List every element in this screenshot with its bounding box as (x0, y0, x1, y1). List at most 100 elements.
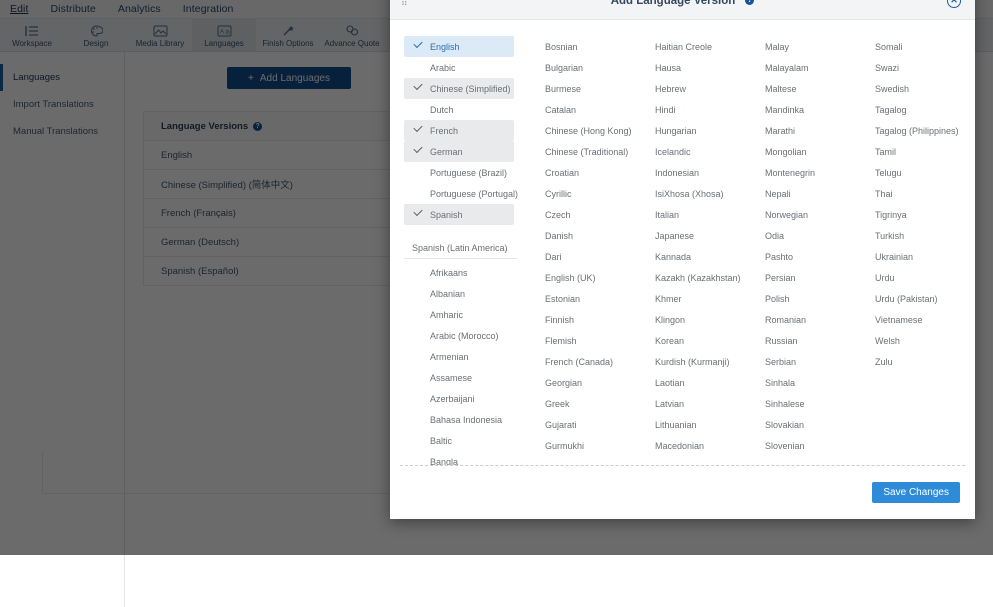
language-option[interactable]: Bosnian (521, 36, 631, 57)
language-option[interactable]: Indonesian (631, 162, 741, 183)
language-option[interactable]: Bahasa Indonesia (404, 409, 521, 430)
language-option[interactable]: Finnish (521, 309, 631, 330)
language-option[interactable]: Odia (741, 225, 851, 246)
language-option[interactable]: Zulu (851, 351, 961, 372)
language-option[interactable]: Flemish (521, 330, 631, 351)
language-option[interactable]: Kazakh (Kazakhstan) (631, 267, 741, 288)
language-option[interactable]: Albanian (404, 283, 521, 304)
language-option[interactable]: Turkish (851, 225, 961, 246)
language-option[interactable]: Czech (521, 204, 631, 225)
language-option[interactable]: Khmer (631, 288, 741, 309)
language-option[interactable]: Catalan (521, 99, 631, 120)
language-option[interactable]: Urdu (Pakistan) (851, 288, 961, 309)
language-option[interactable]: Malay (741, 36, 851, 57)
drag-grip-icon[interactable]: ⣿ (401, 0, 409, 5)
language-option[interactable]: Dutch (404, 99, 521, 120)
language-option[interactable]: Telugu (851, 162, 961, 183)
language-option[interactable]: Spanish (Latin America) (404, 238, 517, 259)
language-option[interactable]: Assamese (404, 367, 521, 388)
language-option[interactable]: Portuguese (Portugal) (404, 183, 521, 204)
language-option[interactable]: French (404, 120, 514, 141)
language-option[interactable]: Dari (521, 246, 631, 267)
language-option[interactable]: Armenian (404, 346, 521, 367)
language-option[interactable]: Hausa (631, 57, 741, 78)
language-option[interactable]: Mandinka (741, 99, 851, 120)
language-option[interactable]: Kurdish (Kurmanji) (631, 351, 741, 372)
language-option[interactable]: Hebrew (631, 78, 741, 99)
language-option[interactable]: Malayalam (741, 57, 851, 78)
language-option[interactable]: Estonian (521, 288, 631, 309)
language-option[interactable]: German (404, 141, 514, 162)
language-option[interactable]: Georgian (521, 372, 631, 393)
language-option[interactable]: Burmese (521, 78, 631, 99)
language-option[interactable]: Marathi (741, 120, 851, 141)
language-option[interactable]: Haitian Creole (631, 36, 741, 57)
language-option[interactable]: Greek (521, 393, 631, 414)
language-option[interactable]: Montenegrin (741, 162, 851, 183)
language-option[interactable]: Lithuanian (631, 414, 741, 435)
close-icon[interactable]: ✕ (947, 0, 961, 8)
language-option[interactable]: Klingon (631, 309, 741, 330)
language-option[interactable]: Maltese (741, 78, 851, 99)
language-option[interactable]: Hindi (631, 99, 741, 120)
language-option[interactable]: Polish (741, 288, 851, 309)
language-option[interactable]: Azerbaijani (404, 388, 521, 409)
language-option[interactable]: Norwegian (741, 204, 851, 225)
language-option[interactable]: Gurmukhi (521, 435, 631, 456)
language-option[interactable]: Japanese (631, 225, 741, 246)
language-option[interactable]: Bulgarian (521, 57, 631, 78)
language-option[interactable]: Tagalog (Philippines) (851, 120, 961, 141)
language-option[interactable]: Vietnamese (851, 309, 961, 330)
language-option[interactable]: Arabic (404, 57, 521, 78)
language-option[interactable]: Bangla (404, 451, 521, 465)
save-changes-button[interactable]: Save Changes (872, 482, 960, 503)
language-option[interactable]: French (Canada) (521, 351, 631, 372)
language-option[interactable]: Nepali (741, 183, 851, 204)
help-icon[interactable]: ? (745, 0, 754, 5)
language-option[interactable]: Cyrillic (521, 183, 631, 204)
language-option[interactable]: Mongolian (741, 141, 851, 162)
language-option[interactable]: Thai (851, 183, 961, 204)
language-option[interactable]: Serbian (741, 351, 851, 372)
language-option[interactable]: Sinhalese (741, 393, 851, 414)
language-option[interactable]: Russian (741, 330, 851, 351)
language-option[interactable]: Afrikaans (404, 262, 521, 283)
language-option[interactable]: Italian (631, 204, 741, 225)
language-option[interactable]: Hungarian (631, 120, 741, 141)
language-option[interactable]: Chinese (Traditional) (521, 141, 631, 162)
language-option[interactable]: Latvian (631, 393, 741, 414)
language-option[interactable]: Slovenian (741, 435, 851, 456)
language-option[interactable]: Romanian (741, 309, 851, 330)
language-option[interactable]: Kannada (631, 246, 741, 267)
language-option[interactable]: Pashto (741, 246, 851, 267)
language-option[interactable]: English (UK) (521, 267, 631, 288)
language-option[interactable]: Gujarati (521, 414, 631, 435)
language-option[interactable]: Spanish (404, 204, 514, 225)
language-option[interactable]: Chinese (Hong Kong) (521, 120, 631, 141)
language-option[interactable]: Macedonian (631, 435, 741, 456)
language-option[interactable]: Somali (851, 36, 961, 57)
language-option[interactable]: Tagalog (851, 99, 961, 120)
language-option[interactable]: Tigrinya (851, 204, 961, 225)
language-option[interactable]: Amharic (404, 304, 521, 325)
language-option[interactable]: English (404, 36, 514, 57)
language-option[interactable]: Korean (631, 330, 741, 351)
language-option[interactable]: Laotian (631, 372, 741, 393)
language-option[interactable]: Ukrainian (851, 246, 961, 267)
language-option[interactable]: Portuguese (Brazil) (404, 162, 521, 183)
language-option[interactable]: Baltic (404, 430, 521, 451)
language-option[interactable]: Arabic (Morocco) (404, 325, 521, 346)
language-option[interactable]: Slovakian (741, 414, 851, 435)
language-option[interactable]: Danish (521, 225, 631, 246)
language-option[interactable]: Persian (741, 267, 851, 288)
language-option[interactable]: Swazi (851, 57, 961, 78)
language-option[interactable]: Croatian (521, 162, 631, 183)
language-option[interactable]: Welsh (851, 330, 961, 351)
language-option[interactable]: Urdu (851, 267, 961, 288)
language-option[interactable]: Swedish (851, 78, 961, 99)
language-option[interactable]: Tamil (851, 141, 961, 162)
language-option[interactable]: Icelandic (631, 141, 741, 162)
language-option[interactable]: Sinhala (741, 372, 851, 393)
language-option[interactable]: IsiXhosa (Xhosa) (631, 183, 741, 204)
language-option[interactable]: Chinese (Simplified) (404, 78, 514, 99)
